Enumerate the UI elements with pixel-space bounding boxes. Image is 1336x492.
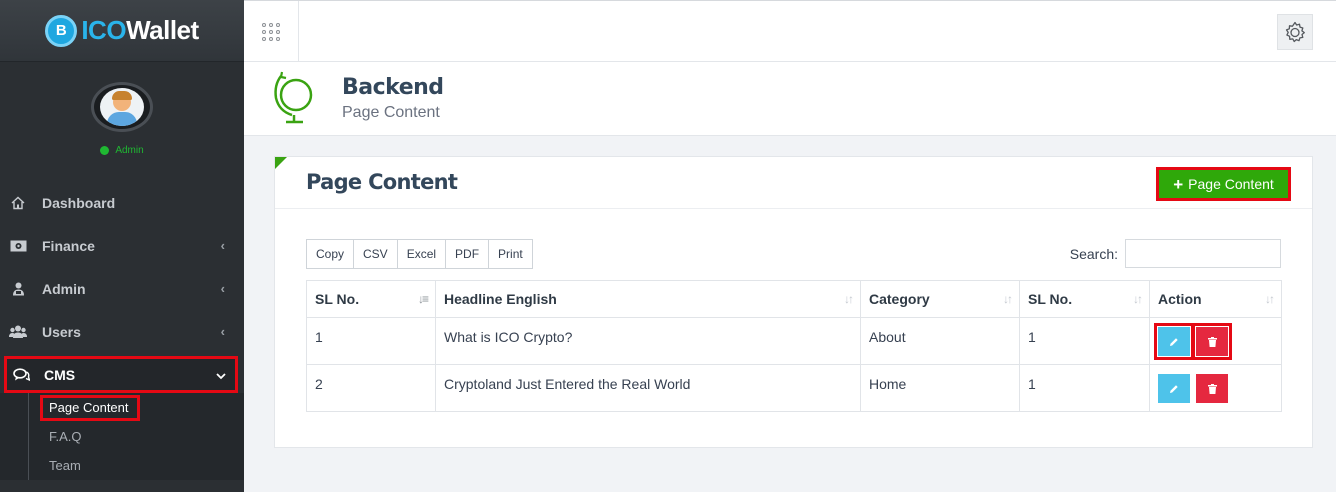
page-content-table: SL No. ↓≡ Headline English ↓↑ Category ↓↑ S…	[306, 280, 1282, 412]
table-row: 2 Cryptoland Just Entered the Real World…	[306, 364, 1282, 412]
print-button[interactable]: Print	[489, 240, 532, 268]
grid-dots-icon	[262, 22, 280, 41]
trash-icon	[1207, 383, 1217, 394]
column-header-headline[interactable]: Headline English ↓↑	[435, 280, 861, 318]
sort-asc-icon: ↓≡	[417, 292, 429, 306]
column-header-category[interactable]: Category ↓↑	[860, 280, 1020, 318]
sidebar-menu: Dashboard Finance ‹ Admin ‹ Users ‹ CMS …	[0, 181, 244, 480]
money-icon	[9, 238, 27, 254]
card-title: Page Content	[306, 170, 458, 194]
cell-sl: 1	[306, 317, 436, 365]
cell-headline: Cryptoland Just Entered the Real World	[435, 364, 861, 412]
brand[interactable]: B ICOWallet	[0, 0, 244, 62]
search-input[interactable]	[1125, 239, 1281, 268]
sort-icon: ↓↑	[844, 292, 854, 306]
pencil-icon	[1170, 337, 1178, 346]
search-label: Search:	[1069, 245, 1118, 262]
submenu-item-team[interactable]: Team	[28, 451, 244, 480]
plus-icon: +	[1173, 174, 1184, 194]
globe-icon	[272, 71, 318, 130]
chevron-left-icon: ‹	[220, 324, 225, 339]
page-header: Backend Page Content	[244, 62, 1336, 136]
sidebar-item-cms[interactable]: CMS	[4, 356, 238, 393]
delete-button[interactable]	[1196, 374, 1228, 403]
trash-icon	[1207, 336, 1217, 347]
table-header-row: SL No. ↓≡ Headline English ↓↑ Category ↓↑ S…	[306, 280, 1282, 318]
avatar[interactable]	[91, 82, 153, 132]
cell-sl: 2	[306, 364, 436, 412]
sidebar-item-users[interactable]: Users ‹	[0, 310, 244, 353]
topbar	[244, 0, 1336, 62]
column-header-action[interactable]: Action ↓↑	[1149, 280, 1282, 318]
sort-icon: ↓↑	[1133, 292, 1143, 306]
submenu-item-page-content[interactable]: Page Content	[28, 393, 244, 422]
sort-icon: ↓↑	[1003, 292, 1013, 306]
chevron-left-icon: ‹	[220, 238, 225, 253]
cell-sl-2: 1	[1019, 364, 1150, 412]
cell-headline: What is ICO Crypto?	[435, 317, 861, 365]
page-subtitle: Page Content	[342, 104, 440, 121]
delete-button[interactable]	[1192, 323, 1232, 360]
users-icon	[9, 324, 27, 340]
chevron-left-icon: ‹	[220, 281, 225, 296]
chevron-down-icon	[216, 368, 226, 383]
pencil-icon	[1170, 384, 1178, 393]
cell-action	[1149, 364, 1282, 412]
cell-category: Home	[860, 364, 1020, 412]
sidebar-item-finance[interactable]: Finance ‹	[0, 224, 244, 267]
status-badge: Admin	[100, 145, 144, 156]
brand-name: ICOWallet	[81, 15, 199, 45]
column-header-sl-no-2[interactable]: SL No. ↓↑	[1019, 280, 1150, 318]
sort-icon: ↓↑	[1265, 292, 1275, 306]
home-icon	[9, 195, 27, 211]
page-title: Backend	[342, 75, 444, 100]
sidebar-item-dashboard[interactable]: Dashboard	[0, 181, 244, 224]
card-header: Page Content + Page Content	[275, 157, 1312, 209]
edit-button[interactable]	[1154, 323, 1194, 360]
online-dot-icon	[100, 146, 110, 155]
apps-menu-button[interactable]	[244, 1, 299, 62]
cell-sl-2: 1	[1019, 317, 1150, 365]
brand-logo-icon: B	[45, 14, 78, 47]
search: Search:	[1070, 239, 1281, 268]
page-content-card: Page Content + Page Content Copy CSV Exc…	[274, 156, 1313, 448]
cell-category: About	[860, 317, 1020, 365]
edit-button[interactable]	[1158, 374, 1190, 403]
add-page-content-button[interactable]: + Page Content	[1156, 167, 1291, 201]
column-header-sl-no[interactable]: SL No. ↓≡	[306, 280, 436, 318]
cell-action	[1149, 317, 1282, 365]
copy-button[interactable]: Copy	[307, 240, 355, 268]
cms-submenu: Page Content F.A.Q Team	[0, 393, 244, 480]
csv-button[interactable]: CSV	[354, 240, 398, 268]
user-lock-icon	[9, 281, 27, 297]
export-toolbar: Copy CSV Excel PDF Print	[306, 239, 533, 269]
profile: Admin	[0, 62, 244, 162]
comments-icon	[12, 367, 30, 383]
table-row: 1 What is ICO Crypto? About 1	[306, 317, 1282, 365]
sidebar-item-admin[interactable]: Admin ‹	[0, 267, 244, 310]
pdf-button[interactable]: PDF	[446, 240, 490, 268]
sidebar: B ICOWallet Admin Dashboard Finance ‹ Ad…	[0, 0, 244, 492]
gear-icon	[1285, 21, 1305, 43]
submenu-item-faq[interactable]: F.A.Q	[28, 422, 244, 451]
excel-button[interactable]: Excel	[397, 240, 447, 268]
settings-button[interactable]	[1277, 14, 1313, 50]
